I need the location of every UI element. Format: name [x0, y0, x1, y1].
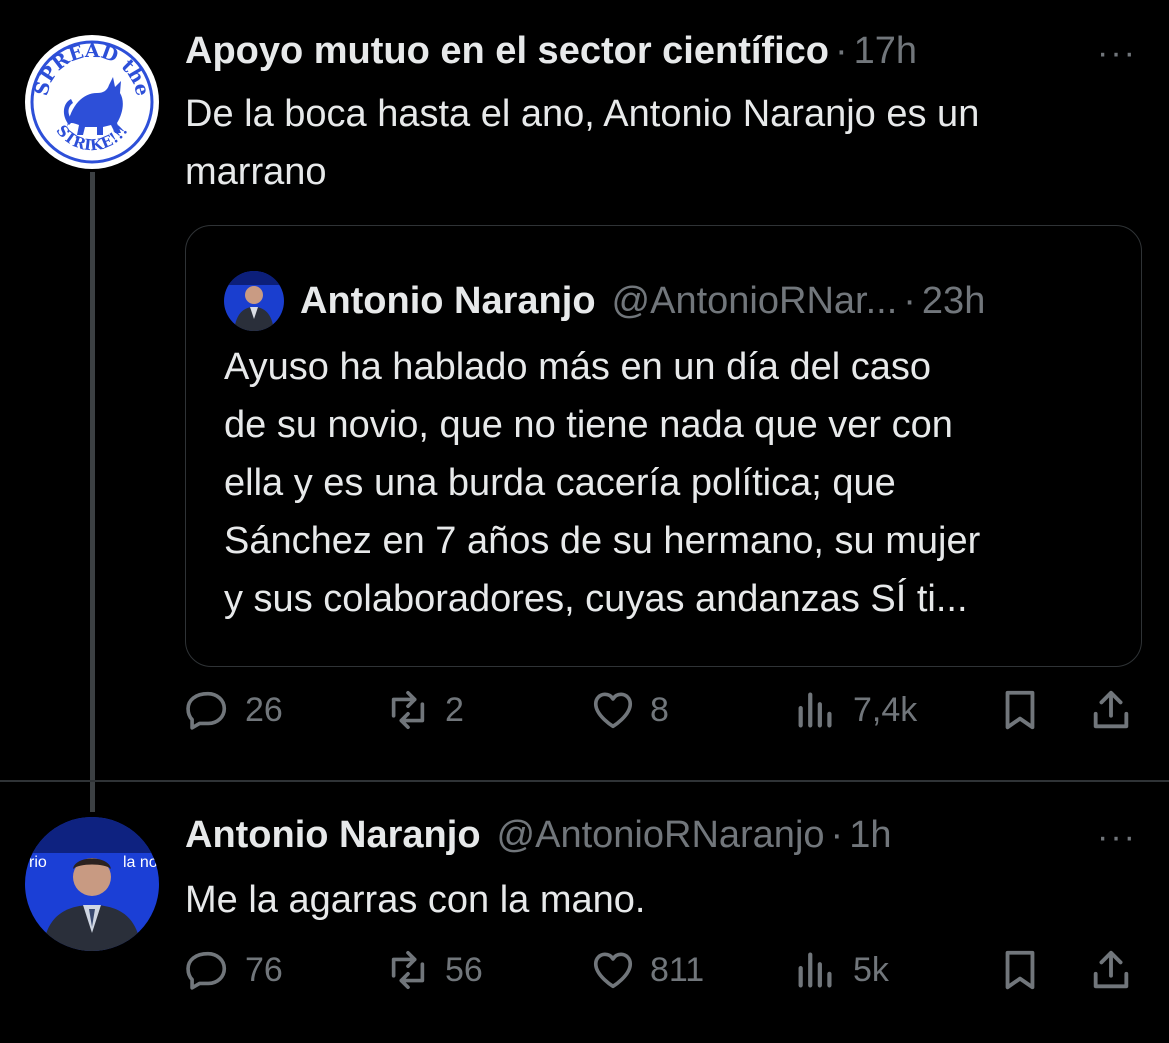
quoted-text-line: Ayuso ha hablado más en un día del caso — [224, 346, 932, 388]
repost-button[interactable]: 56 — [385, 947, 483, 993]
quoted-author-name: Antonio Naranjo — [300, 279, 596, 322]
action-bar: 76 56 811 5k — [185, 947, 1140, 1007]
reply-count: 76 — [245, 950, 283, 989]
like-button[interactable]: 811 — [590, 947, 704, 993]
reply-count: 26 — [245, 690, 283, 729]
quoted-text-line: y sus colaboradores, cuyas andanzas SÍ t… — [224, 578, 968, 620]
like-count: 811 — [650, 950, 705, 989]
quoted-text-line: de su novio, que no tiene nada que ver c… — [224, 404, 953, 446]
quoted-text-line: Sánchez en 7 años de su hermano, su muje… — [224, 520, 981, 562]
tweet-text-line: marrano — [185, 151, 327, 193]
views-count: 7,4k — [853, 690, 918, 729]
thread-connector-line — [90, 172, 95, 812]
like-icon — [593, 692, 633, 729]
spread-the-strike-logo: SPREAD the STRIKE!!! — [27, 37, 157, 167]
separator-dot: · — [903, 279, 916, 322]
like-count: 8 — [650, 690, 669, 729]
avatar-antonio-naranjo[interactable]: rio la no — [25, 817, 159, 951]
reply-button[interactable]: 76 — [185, 947, 283, 993]
action-bar: 26 2 8 7,4k — [185, 687, 1140, 747]
like-button[interactable]: 8 — [590, 687, 669, 733]
views-count: 5k — [853, 950, 889, 989]
quoted-tweet-text: Ayuso ha hablado más en un día del caso … — [224, 338, 1124, 628]
quoted-tweet-card[interactable]: Antonio Naranjo @AntonioRNar... · 23h Ay… — [185, 225, 1142, 667]
tweet-header: Apoyo mutuo en el sector científico · 17… — [185, 30, 917, 73]
quoted-author-avatar — [224, 271, 284, 331]
quoted-author-handle: @AntonioRNar... — [611, 279, 898, 322]
views-button[interactable]: 7,4k — [793, 687, 917, 733]
tweet-antonio-naranjo[interactable]: rio la no Antonio Naranjo @AntonioRNaran… — [0, 781, 1169, 1043]
repost-icon — [391, 690, 425, 730]
svg-text:la no: la no — [123, 854, 158, 871]
reply-icon — [186, 691, 227, 730]
tweet-header: Antonio Naranjo @AntonioRNaranjo · 1h — [185, 814, 891, 857]
like-icon — [593, 952, 633, 989]
tweet-apoyo-mutuo[interactable]: SPREAD the STRIKE!!! Apoyo mutuo en el s… — [0, 0, 1169, 812]
author-name[interactable]: Antonio Naranjo — [185, 814, 481, 857]
avatar-apoyo-mutuo[interactable]: SPREAD the STRIKE!!! — [25, 35, 159, 169]
more-options-icon[interactable]: ··· — [1097, 34, 1137, 73]
repost-count: 56 — [445, 950, 483, 989]
bookmark-button[interactable] — [997, 687, 1057, 733]
timestamp[interactable]: 1h — [849, 814, 891, 857]
share-icon — [1093, 950, 1129, 989]
tweet-text-line: De la boca hasta el ano, Antonio Naranjo… — [185, 93, 980, 135]
svg-text:rio: rio — [29, 854, 47, 871]
repost-icon — [391, 950, 425, 990]
bookmark-icon — [1005, 950, 1035, 990]
timestamp[interactable]: 17h — [854, 30, 917, 73]
views-button[interactable]: 5k — [793, 947, 889, 993]
share-icon — [1093, 690, 1129, 729]
repost-button[interactable]: 2 — [385, 687, 464, 733]
bookmark-button[interactable] — [997, 947, 1057, 993]
more-options-icon[interactable]: ··· — [1097, 818, 1137, 857]
reply-button[interactable]: 26 — [185, 687, 283, 733]
separator-dot: · — [834, 30, 848, 72]
reply-icon — [186, 951, 227, 990]
repost-count: 2 — [445, 690, 464, 729]
separator-dot: · — [830, 814, 844, 856]
author-name[interactable]: Apoyo mutuo en el sector científico — [185, 30, 829, 73]
views-icon — [798, 692, 832, 728]
quoted-tweet-header: Antonio Naranjo @AntonioRNar... · 23h — [224, 271, 985, 331]
share-button[interactable] — [1088, 947, 1148, 993]
share-button[interactable] — [1088, 687, 1148, 733]
views-icon — [798, 952, 832, 988]
quoted-text-line: ella y es una burda cacería política; qu… — [224, 462, 896, 504]
tweet-text: De la boca hasta el ano, Antonio Naranjo… — [185, 85, 979, 201]
tweet-text: Me la agarras con la mano. — [185, 879, 646, 921]
author-handle[interactable]: @AntonioRNaranjo — [497, 814, 825, 857]
quoted-timestamp: 23h — [921, 279, 986, 322]
bookmark-icon — [1005, 690, 1035, 730]
